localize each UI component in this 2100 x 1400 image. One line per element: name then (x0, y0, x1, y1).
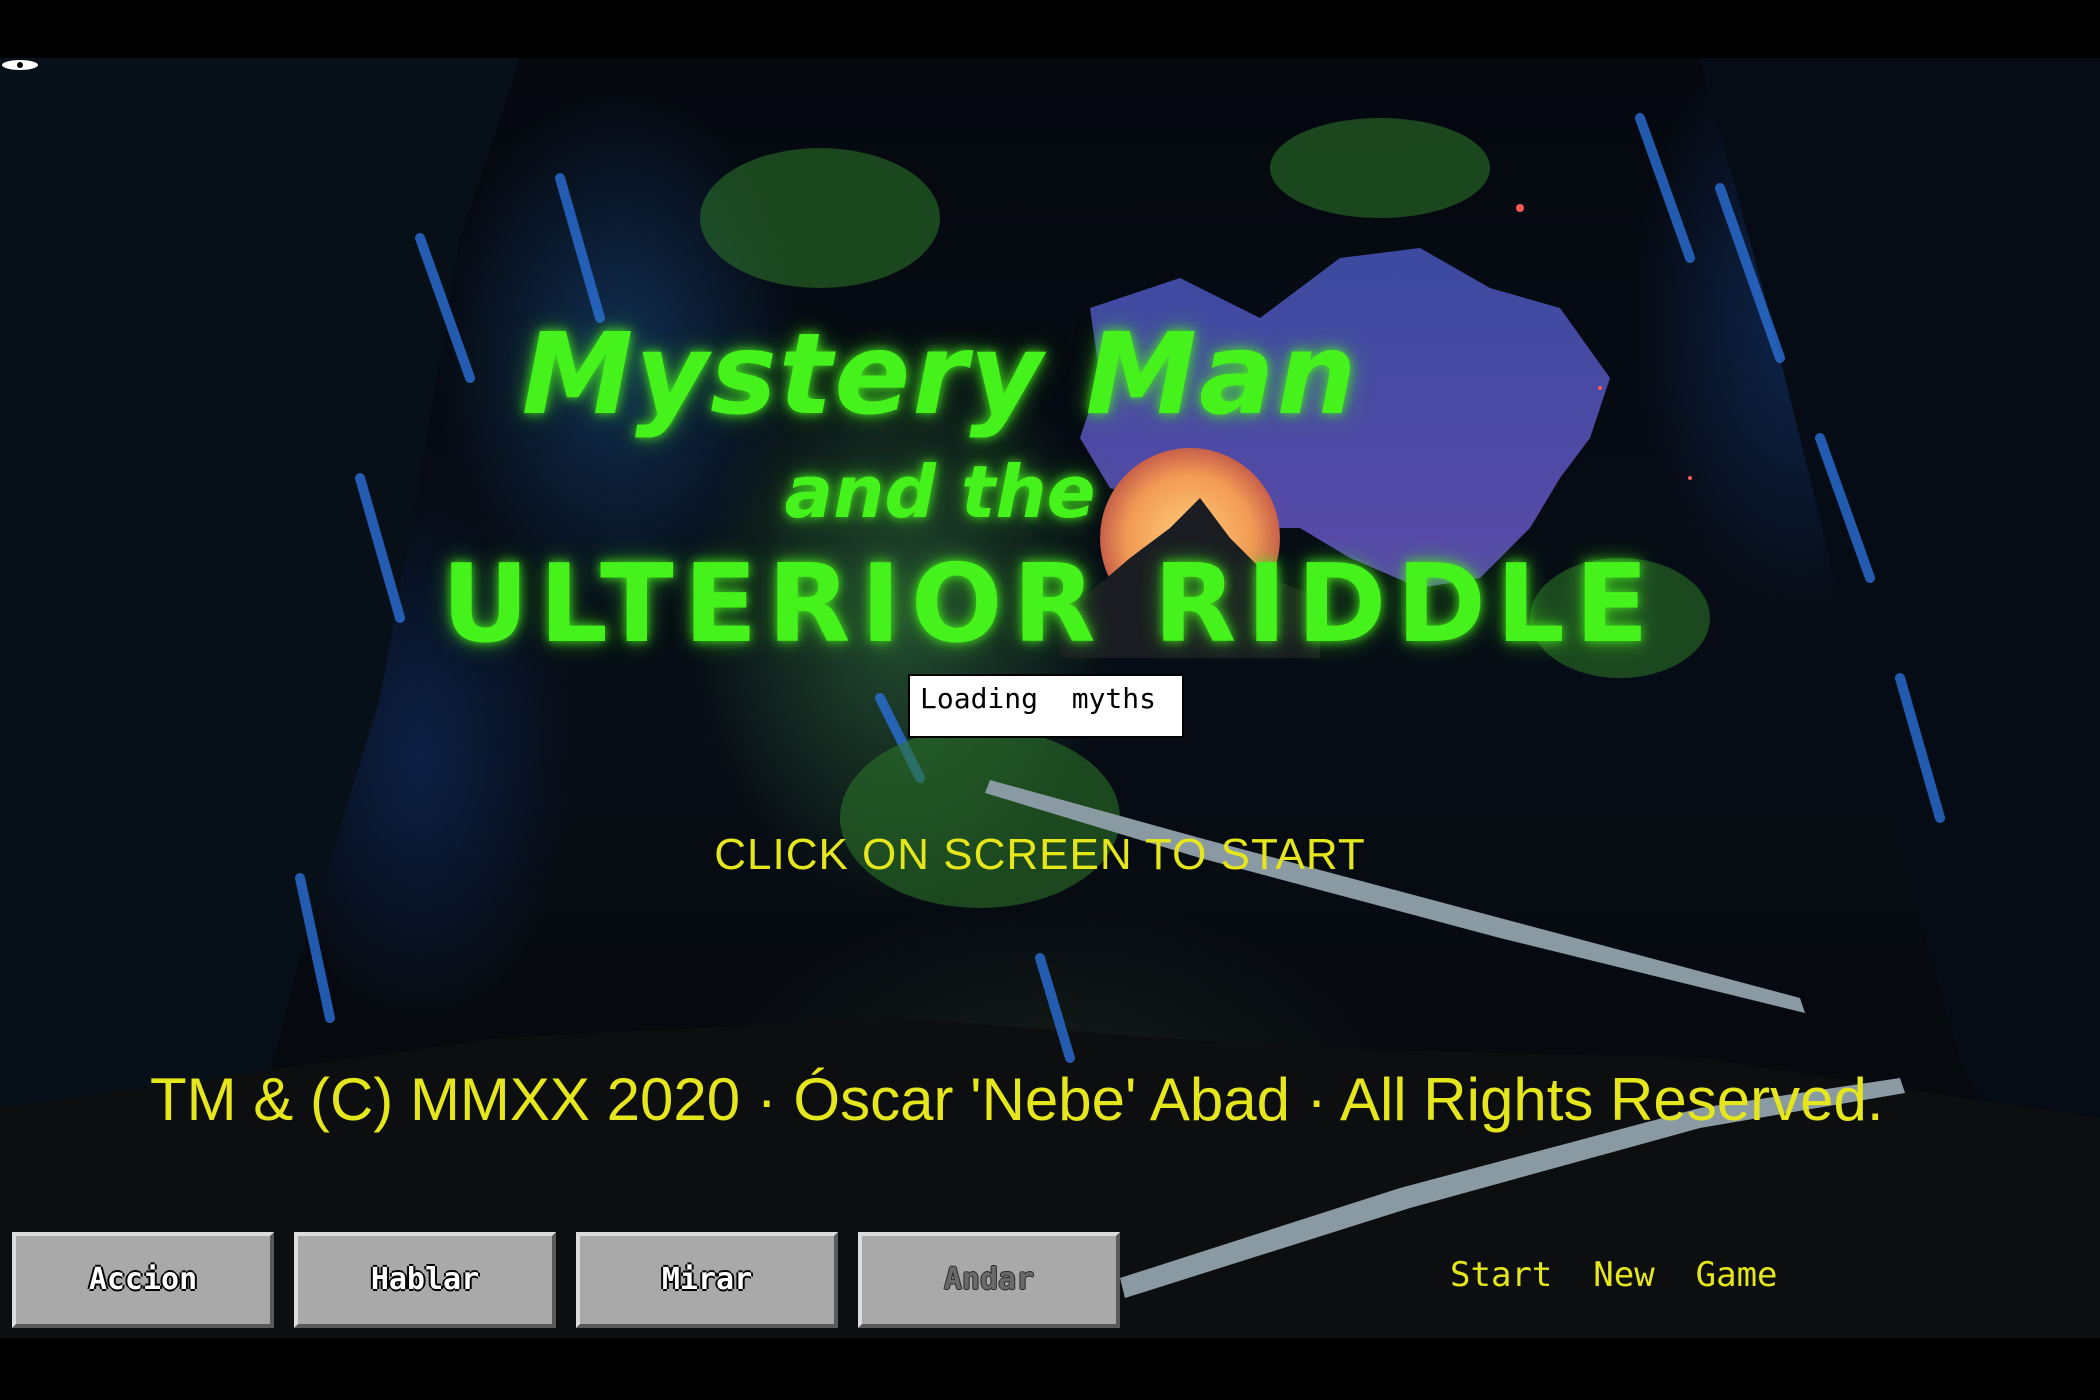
verb-button-hablar[interactable]: Hablar (294, 1232, 556, 1328)
logo-title-line3: ULTERIOR RIDDLE (441, 542, 1659, 667)
loading-message: Loading myths (908, 674, 1184, 738)
verb-button-mirar[interactable]: Mirar (576, 1232, 838, 1328)
click-to-start-prompt[interactable]: CLICK ON SCREEN TO START (640, 830, 1440, 880)
start-new-game-link[interactable]: Start New Game (1450, 1255, 1778, 1295)
verb-button-accion[interactable]: Accion (12, 1232, 274, 1328)
logo-title-line1: Mystery Man (521, 310, 1359, 440)
eye-icon (2, 60, 38, 70)
bone-branch-upper (985, 780, 1805, 1013)
game-logo: Mystery Man and the ULTERIOR RIDDLE (440, 310, 1660, 690)
copyright-notice: TM & (C) MMXX 2020 · Óscar 'Nebe' Abad ·… (150, 1066, 1884, 1133)
logo-title-line2: and the (784, 450, 1096, 534)
game-window: Mystery Man and the ULTERIOR RIDDLE Load… (0, 0, 2100, 1400)
verb-button-andar[interactable]: Andar (858, 1232, 1120, 1328)
